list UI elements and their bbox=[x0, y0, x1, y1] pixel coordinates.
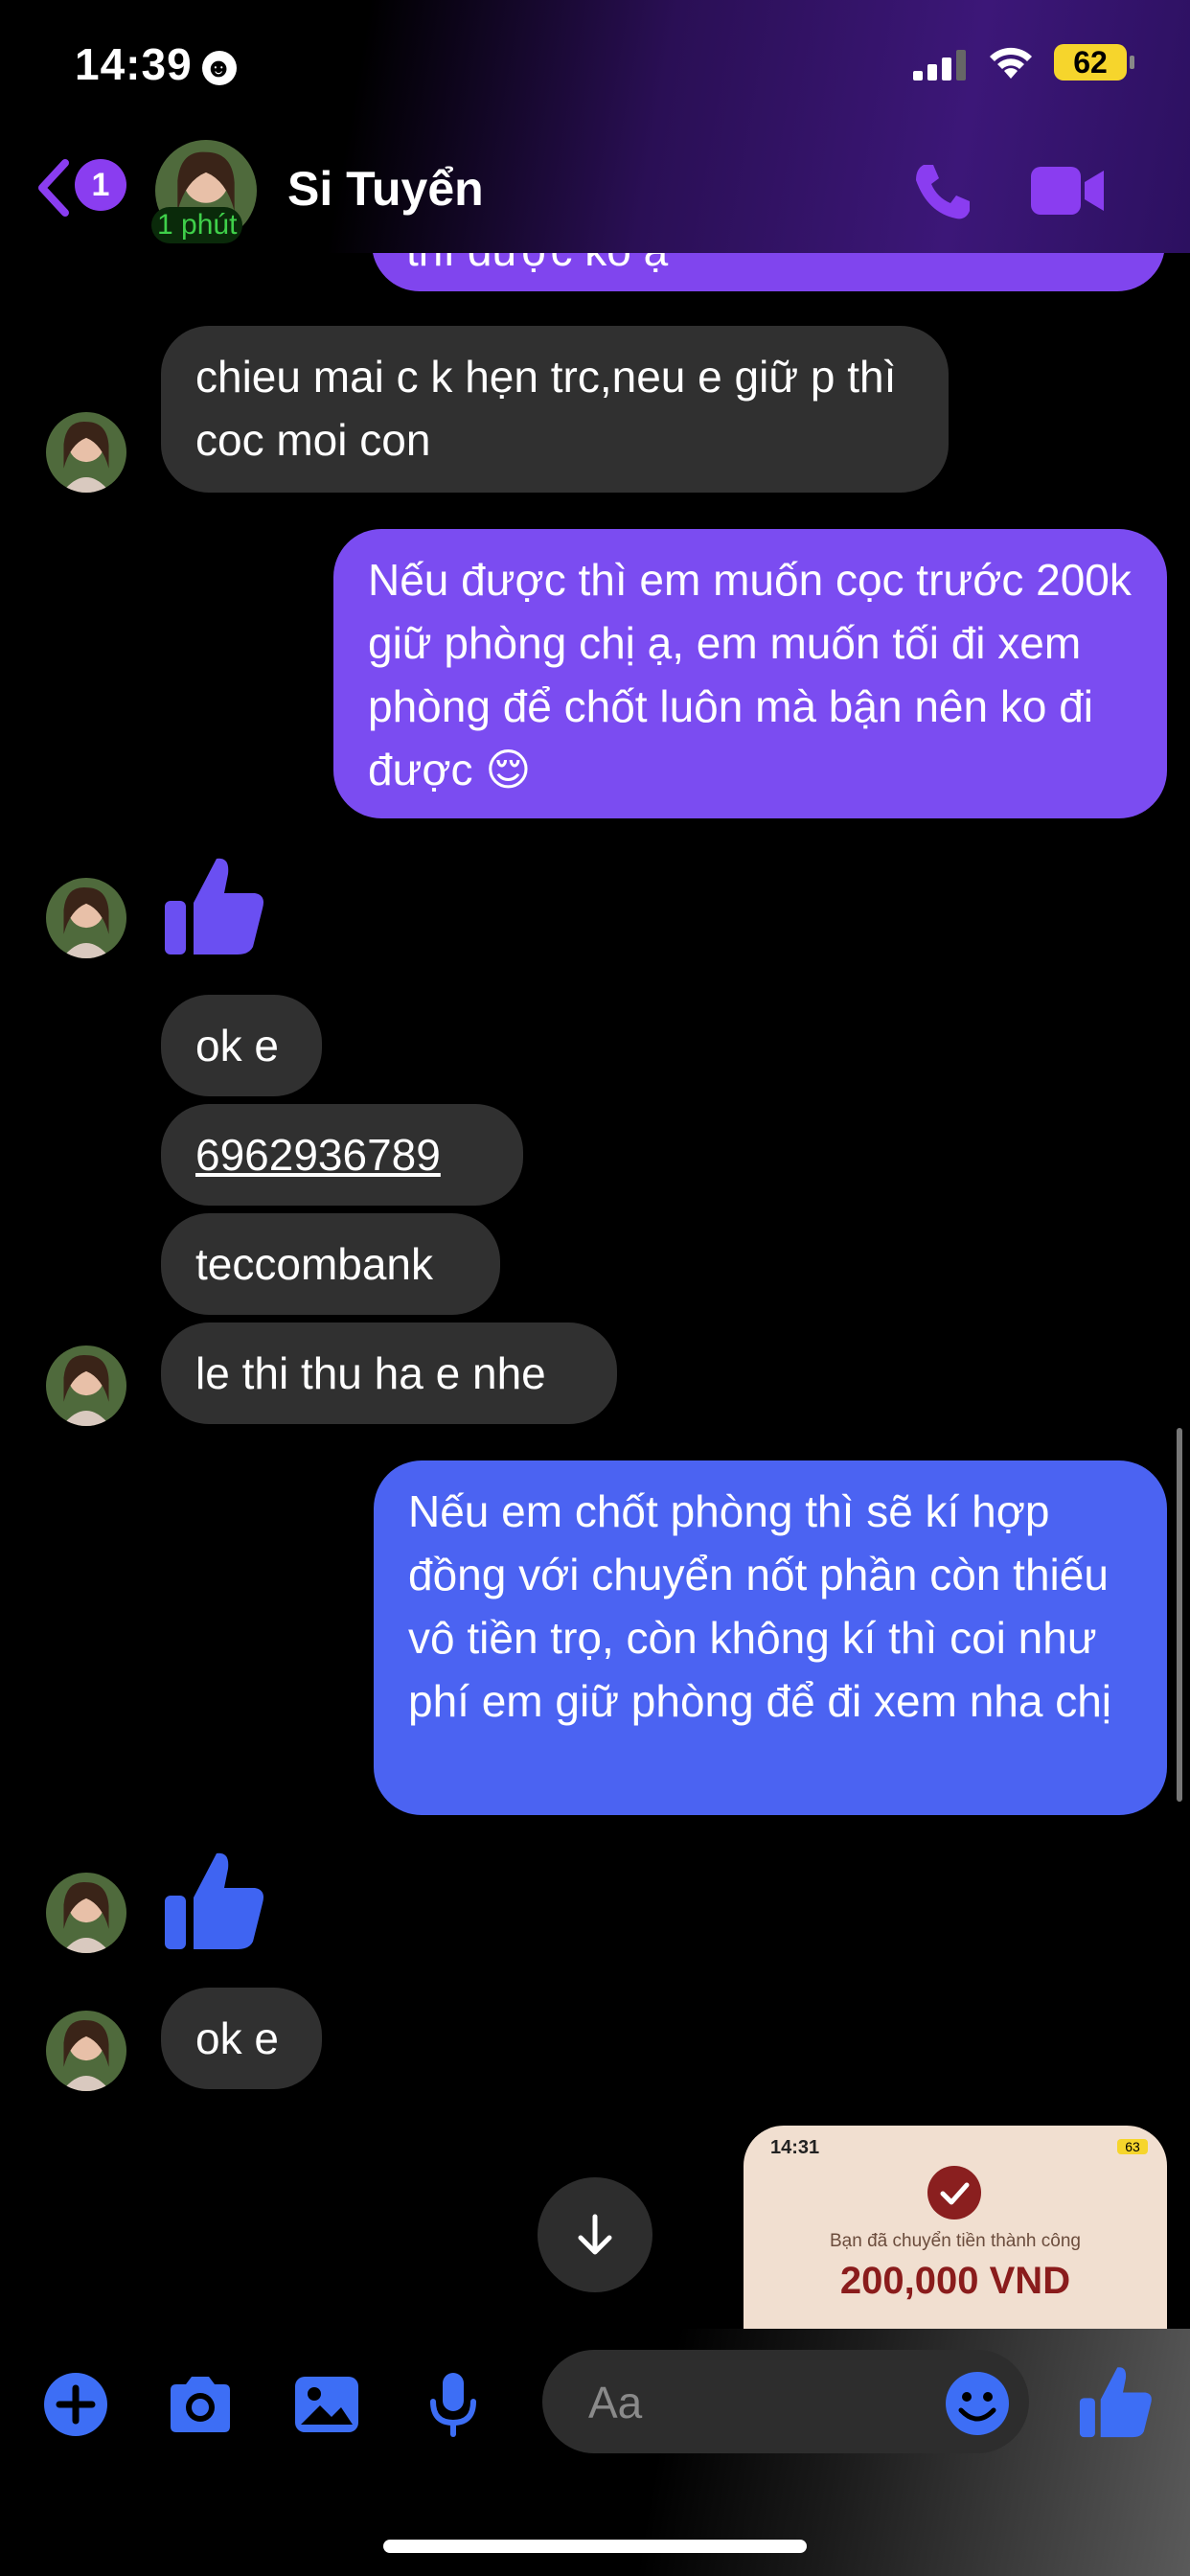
sender-avatar[interactable] bbox=[46, 2011, 126, 2091]
status-time: 14:39 ☻ bbox=[75, 38, 237, 90]
sender-avatar[interactable] bbox=[46, 1873, 126, 1953]
microphone-icon[interactable] bbox=[418, 2369, 489, 2440]
thumbs-up-sticker-icon[interactable] bbox=[161, 853, 266, 958]
scrollbar[interactable] bbox=[1177, 1428, 1182, 1802]
battery-indicator: 62 bbox=[1054, 44, 1134, 80]
phone-call-icon[interactable] bbox=[910, 159, 975, 224]
sender-avatar[interactable] bbox=[46, 1346, 126, 1426]
active-status-badge: 1 phút bbox=[151, 207, 243, 243]
transfer-receipt-image[interactable]: 14:31 63 Bạn đã chuyển tiền thành công 2… bbox=[744, 2126, 1167, 2329]
message-bubble-incoming[interactable]: chieu mai c k hẹn trc,neu e giữ p thì co… bbox=[161, 326, 949, 493]
sender-avatar[interactable] bbox=[46, 412, 126, 493]
wifi-icon bbox=[990, 47, 1032, 79]
message-bubble-outgoing[interactable]: Nếu em chốt phòng thì sẽ kí hợp đồng với… bbox=[374, 1460, 1167, 1815]
message-bubble-incoming[interactable]: 6962936789 bbox=[161, 1104, 523, 1206]
focus-smiley-icon: ☻ bbox=[201, 50, 237, 85]
arrow-down-icon bbox=[578, 2214, 612, 2255]
receipt-status-time: 14:31 bbox=[770, 2137, 820, 2158]
message-bubble-incoming[interactable]: ok e bbox=[161, 1988, 322, 2089]
account-number-link[interactable]: 6962936789 bbox=[195, 1130, 441, 1180]
message-bubble-outgoing[interactable]: Nếu được thì em muốn cọc trước 200k giữ … bbox=[333, 529, 1167, 818]
message-bubble-incoming[interactable]: ok e bbox=[161, 995, 322, 1096]
camera-icon[interactable] bbox=[165, 2369, 236, 2440]
emoji-icon[interactable] bbox=[944, 2370, 1011, 2437]
cellular-signal-icon bbox=[913, 50, 966, 80]
message-bubble-incoming[interactable]: teccombank bbox=[161, 1213, 500, 1315]
thumbs-up-send-icon[interactable] bbox=[1077, 2363, 1154, 2440]
thumbs-up-sticker-icon[interactable] bbox=[161, 1848, 266, 1953]
back-chevron-icon[interactable] bbox=[34, 157, 73, 218]
unread-badge[interactable]: 1 bbox=[75, 159, 126, 211]
plus-icon[interactable] bbox=[40, 2369, 111, 2440]
gallery-image-icon[interactable] bbox=[291, 2369, 362, 2440]
receipt-caption: Bạn đã chuyển tiền thành công bbox=[830, 2231, 1081, 2251]
contact-name[interactable]: Si Tuyển bbox=[287, 161, 484, 217]
sender-avatar[interactable] bbox=[46, 878, 126, 958]
video-call-icon[interactable] bbox=[1029, 163, 1106, 218]
scroll-to-bottom-button[interactable] bbox=[538, 2177, 652, 2292]
receipt-battery: 63 bbox=[1117, 2139, 1148, 2154]
success-check-icon bbox=[927, 2166, 981, 2220]
receipt-amount: 200,000 VND bbox=[839, 2260, 1071, 2302]
home-indicator[interactable] bbox=[383, 2540, 807, 2553]
message-input[interactable] bbox=[586, 2373, 916, 2432]
header-bar: 14:39 ☻ 62 1 1 phút Si Tuyển bbox=[0, 0, 1190, 253]
message-bubble-incoming[interactable]: le thi thu ha e nhe bbox=[161, 1322, 617, 1424]
